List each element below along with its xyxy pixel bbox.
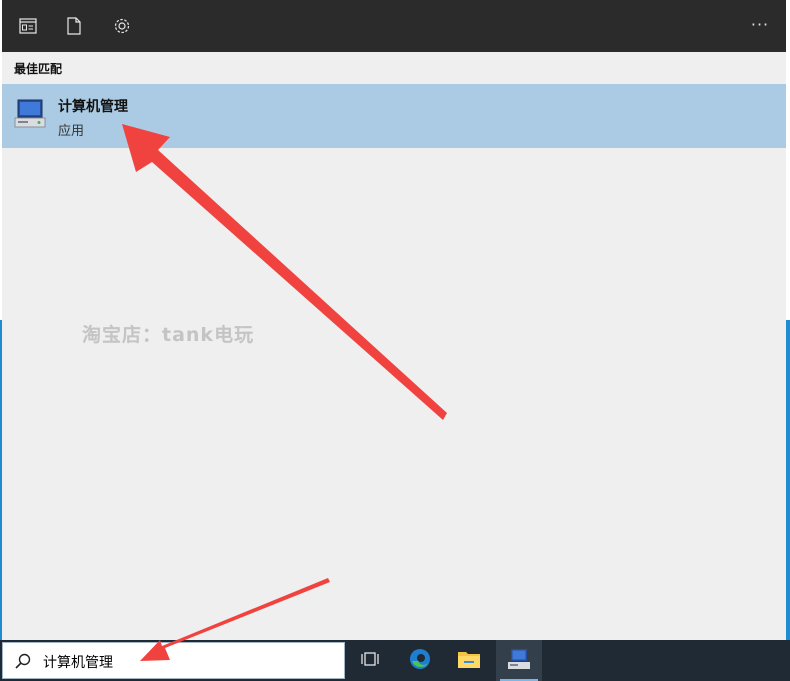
best-match-result[interactable]: 计算机管理 应用	[2, 84, 786, 148]
edge-button[interactable]	[397, 640, 443, 681]
taskbar-search-box[interactable]	[2, 642, 345, 679]
search-input[interactable]	[41, 649, 335, 675]
task-view-button[interactable]	[347, 640, 393, 681]
taskbar	[0, 640, 790, 681]
file-explorer-button[interactable]	[446, 640, 492, 681]
best-match-title: 计算机管理	[58, 99, 128, 115]
search-icon	[13, 652, 33, 672]
settings-gear-icon[interactable]	[110, 14, 134, 38]
task-view-icon	[361, 651, 379, 671]
edge-icon	[408, 647, 432, 675]
computer-management-taskbar-button[interactable]	[496, 640, 542, 681]
computer-management-icon	[12, 96, 48, 132]
best-match-subtitle: 应用	[58, 124, 85, 139]
panel-toolbar: ···	[2, 0, 786, 52]
best-match-header: 最佳匹配	[14, 62, 63, 76]
documents-filter-icon[interactable]	[62, 14, 86, 38]
apps-filter-icon[interactable]	[16, 14, 40, 38]
search-results-panel: ··· 最佳匹配 计算机管理 应用 淘宝店：tank电玩	[2, 0, 786, 640]
more-options-icon[interactable]: ···	[748, 14, 772, 38]
file-explorer-icon	[457, 649, 481, 673]
computer-management-icon	[506, 647, 532, 675]
watermark-text: 淘宝店：tank电玩	[82, 324, 255, 346]
